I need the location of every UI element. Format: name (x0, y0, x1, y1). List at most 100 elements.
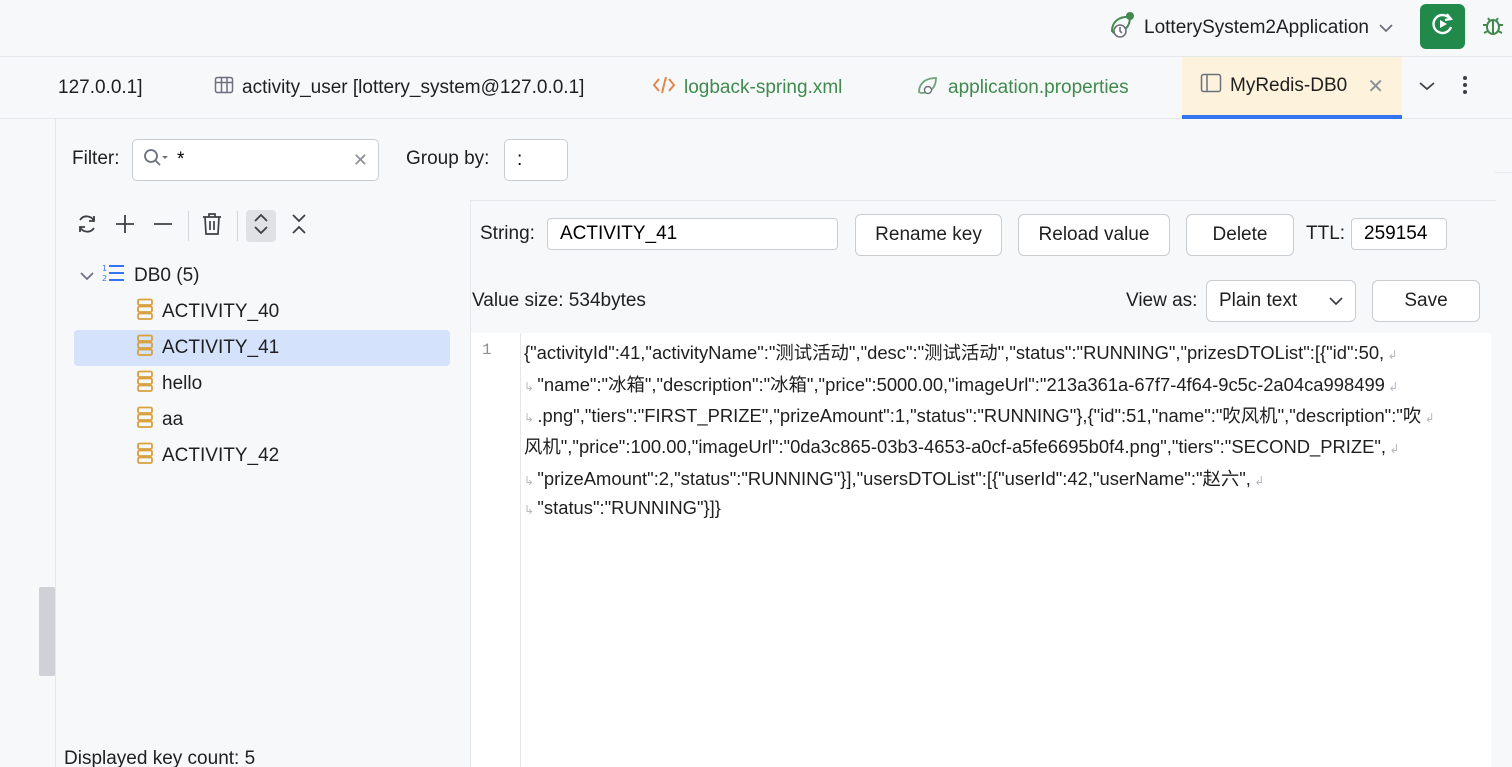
scrollbar-thumb[interactable] (39, 587, 55, 676)
add-key-button[interactable] (110, 210, 140, 242)
code-line: ↳ "status":"RUNNING"}]} (524, 497, 721, 519)
rerun-icon (1430, 11, 1456, 42)
collapse-all-button[interactable] (284, 210, 314, 242)
redis-plugin-window: { "run_config": { "name": "LotterySystem… (0, 0, 1512, 767)
chevron-down-icon[interactable] (80, 265, 94, 287)
key-count-label: Displayed key count: 5 (64, 748, 256, 767)
list-item[interactable]: ACTIVITY_40 (74, 294, 450, 330)
tree-root-label: DB0 (5) (134, 265, 200, 286)
tab-logback-spring[interactable]: logback-spring.xml (652, 57, 842, 119)
key-label: ACTIVITY_40 (162, 301, 280, 322)
tab-label: 127.0.0.1] (58, 77, 143, 98)
tab-label: logback-spring.xml (684, 77, 843, 98)
key-label: ACTIVITY_41 (162, 337, 280, 358)
spring-boot-icon (1108, 11, 1138, 45)
chevron-down-icon (1329, 290, 1343, 312)
view-as-select[interactable]: Plain text (1206, 280, 1356, 322)
table-icon (214, 75, 234, 101)
string-key-icon (136, 442, 154, 470)
soft-wrap-icon: ↲ (1384, 380, 1399, 394)
list-item[interactable]: ACTIVITY_41 (74, 330, 450, 366)
soft-wrap-continue-icon: ↳ (524, 380, 538, 394)
run-button[interactable] (1420, 4, 1465, 49)
search-icon (143, 148, 169, 173)
expand-all-button[interactable] (246, 210, 276, 242)
string-key-icon (136, 334, 154, 362)
code-line: ↳ .png","tiers":"FIRST_PRIZE","prizeAmou… (524, 402, 1435, 428)
main-toolbar: LotterySystem2Application (0, 0, 1512, 57)
key-label: hello (162, 373, 203, 394)
key-label: aa (162, 409, 184, 430)
soft-wrap-continue-icon: ↳ (524, 503, 538, 517)
xml-icon (652, 75, 676, 101)
group-by-input[interactable] (505, 140, 555, 180)
reload-value-button[interactable]: Reload value (1018, 214, 1170, 256)
line-number: 1 (482, 341, 492, 359)
clear-icon[interactable]: ✕ (353, 150, 368, 171)
refresh-icon (75, 212, 99, 241)
soft-wrap-continue-icon: ↳ (524, 411, 538, 425)
refresh-button[interactable] (72, 210, 102, 242)
code-line-text: 风机","price":100.00,"imageUrl":"0da3c865-… (524, 436, 1387, 457)
value-type-label: String: (480, 223, 535, 244)
code-line: {"activityId":41,"activityName":"测试活动","… (524, 339, 1398, 365)
tab-more-button[interactable] (1454, 73, 1476, 101)
soft-wrap-icon: ↲ (1386, 442, 1400, 456)
list-item[interactable]: ACTIVITY_42 (74, 438, 450, 474)
editor-tab-bar: 127.0.0.1] activity_user [lottery_system… (0, 57, 1512, 119)
tab-label: MyRedis-DB0 (1230, 75, 1348, 96)
filter-field[interactable]: ✕ (132, 139, 379, 181)
code-line-text: {"activityId":41,"activityName":"测试活动","… (524, 342, 1385, 363)
chevron-down-icon (1379, 20, 1393, 36)
tab-db-connection[interactable]: 127.0.0.1] (58, 57, 143, 119)
code-line: ↳ "prizeAmount":2,"status":"RUNNING"}],"… (524, 465, 1264, 491)
trash-icon (201, 212, 223, 241)
view-as-value: Plain text (1219, 290, 1298, 311)
key-name-field[interactable] (547, 218, 838, 250)
soft-wrap-continue-icon: ↳ (524, 474, 538, 488)
string-key-icon (136, 298, 154, 326)
collapse-icon (289, 212, 309, 241)
ttl-label: TTL: (1306, 223, 1346, 244)
ttl-field[interactable] (1351, 218, 1447, 250)
filter-label: Filter: (72, 148, 120, 169)
rename-key-button[interactable]: Rename key (855, 214, 1002, 256)
tab-myredis-db0[interactable]: MyRedis-DB0 ✕ (1182, 57, 1402, 119)
close-icon[interactable]: ✕ (1367, 74, 1384, 99)
tab-overflow-button[interactable] (1413, 73, 1441, 101)
delete-keys-button[interactable] (197, 210, 227, 242)
string-key-icon (136, 406, 154, 434)
group-by-field[interactable] (504, 139, 568, 181)
key-label: ACTIVITY_42 (162, 445, 280, 466)
divider (1495, 172, 1512, 173)
tab-label: activity_user [lottery_system@127.0.0.1] (242, 77, 585, 98)
plus-icon (114, 213, 136, 240)
soft-wrap-icon: ↲ (1250, 474, 1265, 488)
delete-button[interactable]: Delete (1186, 214, 1294, 256)
soft-wrap-icon: ↲ (1421, 411, 1435, 425)
bug-icon (1480, 12, 1506, 43)
tab-application-properties[interactable]: application.properties (916, 57, 1129, 119)
remove-key-button[interactable] (148, 210, 178, 242)
filter-input[interactable] (177, 149, 337, 171)
toolbar-separator (237, 211, 238, 241)
list-item[interactable]: hello (74, 366, 450, 402)
debug-button[interactable] (1478, 12, 1508, 42)
spring-leaf-icon (916, 74, 940, 102)
code-line: ↳ "name":"冰箱","description":"冰箱","price"… (524, 371, 1398, 397)
tree-root-db0[interactable]: 12 DB0 (5) (74, 258, 450, 294)
svg-text:2: 2 (102, 274, 107, 283)
run-configuration-selector[interactable]: LotterySystem2Application (1108, 10, 1393, 46)
value-text-area[interactable] (521, 333, 1491, 767)
ttl-input[interactable] (1352, 219, 1444, 249)
view-as-label: View as: (1126, 290, 1198, 311)
minus-icon (152, 213, 174, 240)
soft-wrap-icon: ↲ (1384, 348, 1398, 362)
list-item[interactable]: aa (74, 402, 450, 438)
toolbar-separator (188, 211, 189, 241)
tab-activity-user[interactable]: activity_user [lottery_system@127.0.0.1] (214, 57, 584, 119)
save-button[interactable]: Save (1372, 280, 1480, 322)
key-name-input[interactable] (548, 219, 828, 249)
more-vertical-icon (1462, 75, 1468, 100)
redis-panel-icon (1200, 73, 1222, 99)
